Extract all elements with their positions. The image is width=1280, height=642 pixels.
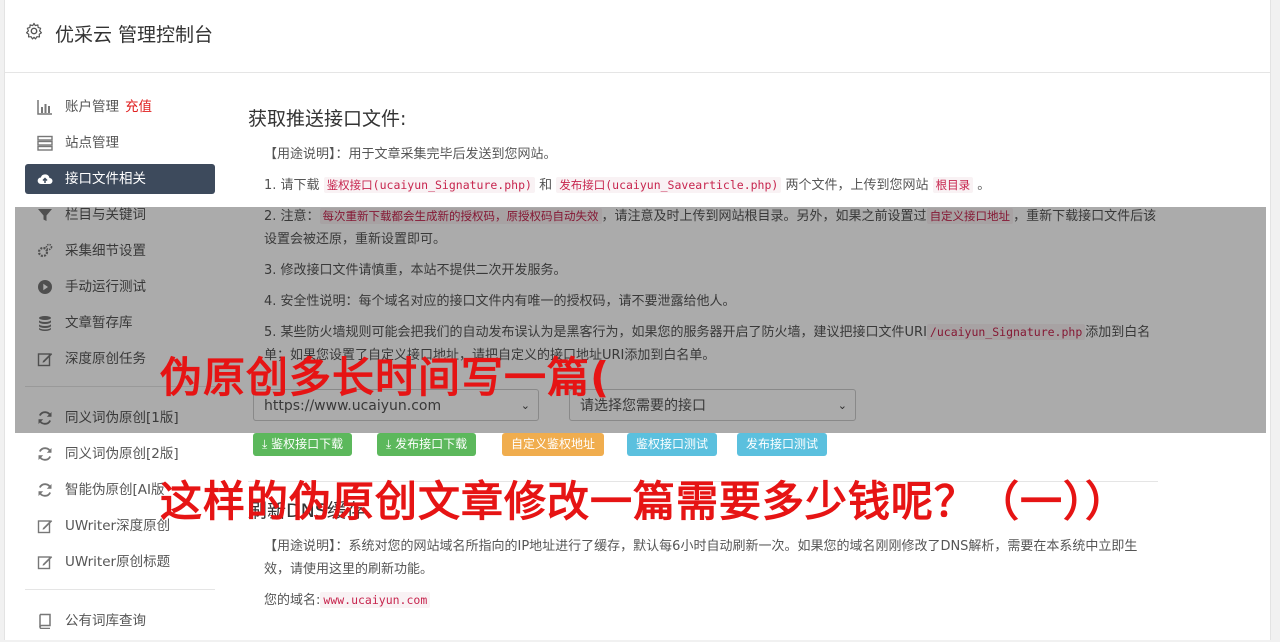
refresh-icon	[38, 483, 52, 497]
sidebar-item-collect-settings[interactable]: 采集细节设置	[25, 236, 215, 266]
sidebar-divider	[25, 589, 215, 590]
refresh-icon	[38, 411, 52, 425]
edit-icon	[37, 556, 53, 570]
chevron-down-icon: ⌄	[837, 399, 847, 412]
domain-select[interactable]: https://www.ucaiyun.com ⌄	[253, 389, 539, 421]
edit-icon	[37, 353, 53, 367]
sidebar-item-manual-run[interactable]: 手动运行测试	[25, 272, 215, 302]
server-icon	[37, 135, 53, 151]
sidebar-item-label: 同义词伪原创[1版]	[65, 410, 179, 426]
section-title-api-files: 获取推送接口文件:	[248, 108, 407, 130]
console-frame: 优采云 管理控制台 账户管理 充值 站点管理 接口文件相关 栏目与关键词 采集细…	[4, 0, 1271, 640]
sidebar-item-synonym-v2[interactable]: 同义词伪原创[2版]	[25, 439, 215, 469]
step-3: 3. 修改接口文件请慎重，本站不提供二次开发服务。	[264, 263, 567, 278]
download-icon: ⤓	[262, 437, 272, 451]
auth-test-button[interactable]: 鉴权接口测试	[627, 433, 718, 456]
download-icon: ⤓	[386, 437, 396, 451]
custom-url-code: 自定义接口地址	[926, 208, 1014, 224]
bar-chart-icon	[37, 100, 52, 115]
select-row: https://www.ucaiyun.com ⌄ 请选择您需要的接口 ⌄	[248, 389, 1158, 423]
signature-uri-code: /ucaiyun_Signature.php	[926, 324, 1086, 340]
database-icon	[39, 316, 51, 331]
sidebar-item-deep-original[interactable]: 深度原创任务	[25, 344, 215, 374]
cloud-upload-icon	[37, 174, 53, 185]
sidebar-item-label: 手动运行测试	[65, 279, 146, 295]
main-content: 获取推送接口文件: 【用途说明】：用于文章采集完毕后发送到您网站。 1. 请下载…	[248, 92, 1158, 620]
sidebar-item-label: 文章暂存库	[65, 315, 133, 331]
sidebar-item-uwriter-title[interactable]: UWriter原创标题	[25, 547, 215, 577]
cogs-icon	[37, 243, 53, 258]
sidebar-item-ai-rewrite[interactable]: 智能伪原创[AI版	[25, 475, 215, 505]
app-title: 优采云 管理控制台	[55, 24, 214, 46]
sidebar-item-label: 采集细节设置	[65, 243, 146, 259]
sidebar-item-label: 接口文件相关	[65, 171, 146, 187]
sidebar-item-account[interactable]: 账户管理 充值	[25, 92, 215, 122]
api-select[interactable]: 请选择您需要的接口 ⌄	[569, 389, 856, 421]
sidebar-item-api-files[interactable]: 接口文件相关	[25, 164, 215, 194]
publish-download-button[interactable]: ⤓ 发布接口下载	[377, 433, 477, 456]
button-row: ⤓ 鉴权接口下载 ⤓ 发布接口下载 自定义鉴权地址 鉴权接口测试 发布接口测试	[248, 433, 1158, 459]
chevron-down-icon: ⌄	[520, 399, 530, 412]
step-1: 1. 请下载 鉴权接口(ucaiyun_Signature.php) 和 发布接…	[264, 177, 991, 193]
usage-note: 【用途说明】：用于文章采集完毕后发送到您网站。	[264, 147, 557, 162]
book-icon	[39, 613, 51, 629]
sidebar-item-article-store[interactable]: 文章暂存库	[25, 308, 215, 338]
domain-line: 您的域名: www.ucaiyun.com	[264, 589, 1158, 612]
sidebar-item-label: UWriter深度原创	[65, 518, 171, 534]
sidebar-item-label: 智能伪原创[AI版	[65, 482, 165, 498]
edit-icon	[37, 520, 53, 534]
sidebar-item-label: 账户管理	[65, 99, 119, 115]
sidebar-item-label: 站点管理	[65, 135, 119, 151]
sidebar-item-uwriter-deep[interactable]: UWriter深度原创	[25, 511, 215, 541]
sidebar-item-columns-keywords[interactable]: 栏目与关键词	[25, 200, 215, 230]
sidebar: 账户管理 充值 站点管理 接口文件相关 栏目与关键词 采集细节设置 手动运行测试…	[25, 92, 215, 642]
filter-icon	[38, 209, 52, 221]
play-icon	[38, 280, 52, 294]
custom-auth-button[interactable]: 自定义鉴权地址	[502, 433, 605, 456]
section-divider	[248, 481, 1158, 482]
top-bar: 优采云 管理控制台	[5, 0, 1270, 73]
sidebar-item-label: 公有词库查询	[65, 613, 146, 629]
refresh-icon	[38, 447, 52, 461]
sidebar-item-label: 深度原创任务	[65, 351, 146, 367]
publish-api-code: 发布接口(ucaiyun_Savearticle.php)	[556, 177, 782, 193]
recharge-link[interactable]: 充值	[125, 99, 152, 115]
sidebar-item-label: 同义词伪原创[2版]	[65, 446, 179, 462]
auth-code-warning: 每次重新下载都会生成新的授权码，原授权码自动失效	[319, 208, 602, 224]
dns-usage-note: 【用途说明】：系统对您的网站域名所指向的IP地址进行了缓存，默认每6小时自动刷新…	[264, 539, 1138, 577]
auth-api-code: 鉴权接口(ucaiyun_Signature.php)	[323, 177, 535, 193]
sidebar-item-label: 栏目与关键词	[65, 207, 146, 223]
domain-value: www.ucaiyun.com	[320, 592, 431, 608]
publish-test-button[interactable]: 发布接口测试	[737, 433, 828, 456]
root-dir-code: 根目录	[932, 177, 974, 193]
sidebar-item-sites[interactable]: 站点管理	[25, 128, 215, 158]
section-title-dns: 刷新DNS缓存	[248, 500, 365, 522]
step-5: 5. 某些防火墙规则可能会把我们的自动发布误认为是黑客行为，如果您的服务器开启了…	[264, 324, 1151, 363]
auth-download-button[interactable]: ⤓ 鉴权接口下载	[253, 433, 353, 456]
sidebar-item-public-lexicon[interactable]: 公有词库查询	[25, 606, 215, 636]
gear-icon	[25, 22, 43, 40]
step-2: 2. 注意： 每次重新下载都会生成新的授权码，原授权码自动失效 ，请注意及时上传到网…	[264, 208, 1157, 247]
sidebar-divider	[25, 386, 215, 387]
step-4: 4. 安全性说明：每个域名对应的接口文件内有唯一的授权码，请不要泄露给他人。	[264, 294, 736, 309]
sidebar-item-label: UWriter原创标题	[65, 554, 171, 570]
sidebar-item-synonym-v1[interactable]: 同义词伪原创[1版]	[25, 403, 215, 433]
